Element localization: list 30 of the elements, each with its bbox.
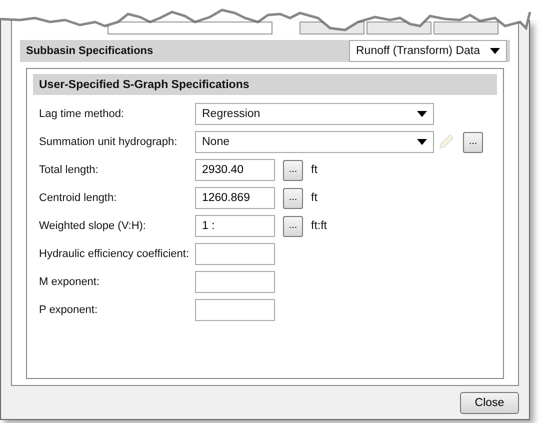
input-field[interactable] <box>195 299 275 321</box>
browse-button[interactable]: ... <box>463 132 483 152</box>
input-field[interactable] <box>195 271 275 293</box>
field-label: M exponent: <box>39 276 101 288</box>
caret-icon <box>417 111 427 117</box>
field-label: Weighted slope (V:H): <box>39 220 147 232</box>
browse-button[interactable]: ... <box>283 160 303 180</box>
data-dropdown[interactable]: Runoff (Transform) Data <box>349 40 507 62</box>
unit-label: ft:ft <box>311 220 327 232</box>
section-title: Subbasin Specifications <box>26 45 154 57</box>
close-button[interactable]: Close <box>460 392 519 414</box>
field-label: Summation unit hydrograph: <box>39 136 178 148</box>
dropdown-field[interactable]: Regression <box>195 103 434 125</box>
input-field[interactable]: 1 : <box>195 215 275 237</box>
unit-label: ft <box>311 164 318 176</box>
field-label: P exponent: <box>39 304 99 316</box>
input-field[interactable] <box>195 243 275 265</box>
dropdown-field[interactable]: None <box>195 131 434 153</box>
input-field[interactable]: 1260.869 <box>195 187 275 209</box>
field-label: Lag time method: <box>39 108 125 120</box>
field-label: Centroid length: <box>39 192 118 204</box>
caret-icon <box>417 139 427 145</box>
browse-button[interactable]: ... <box>283 216 303 236</box>
unit-label: ft <box>311 192 318 204</box>
caret-icon <box>490 48 500 54</box>
input-field[interactable]: 2930.40 <box>195 159 275 181</box>
field-label: Total length: <box>39 164 100 176</box>
field-label: Hydraulic efficiency coefficient: <box>39 248 190 260</box>
browse-button[interactable]: ... <box>283 188 303 208</box>
group-title: User-Specified S-Graph Specifications <box>39 78 250 90</box>
